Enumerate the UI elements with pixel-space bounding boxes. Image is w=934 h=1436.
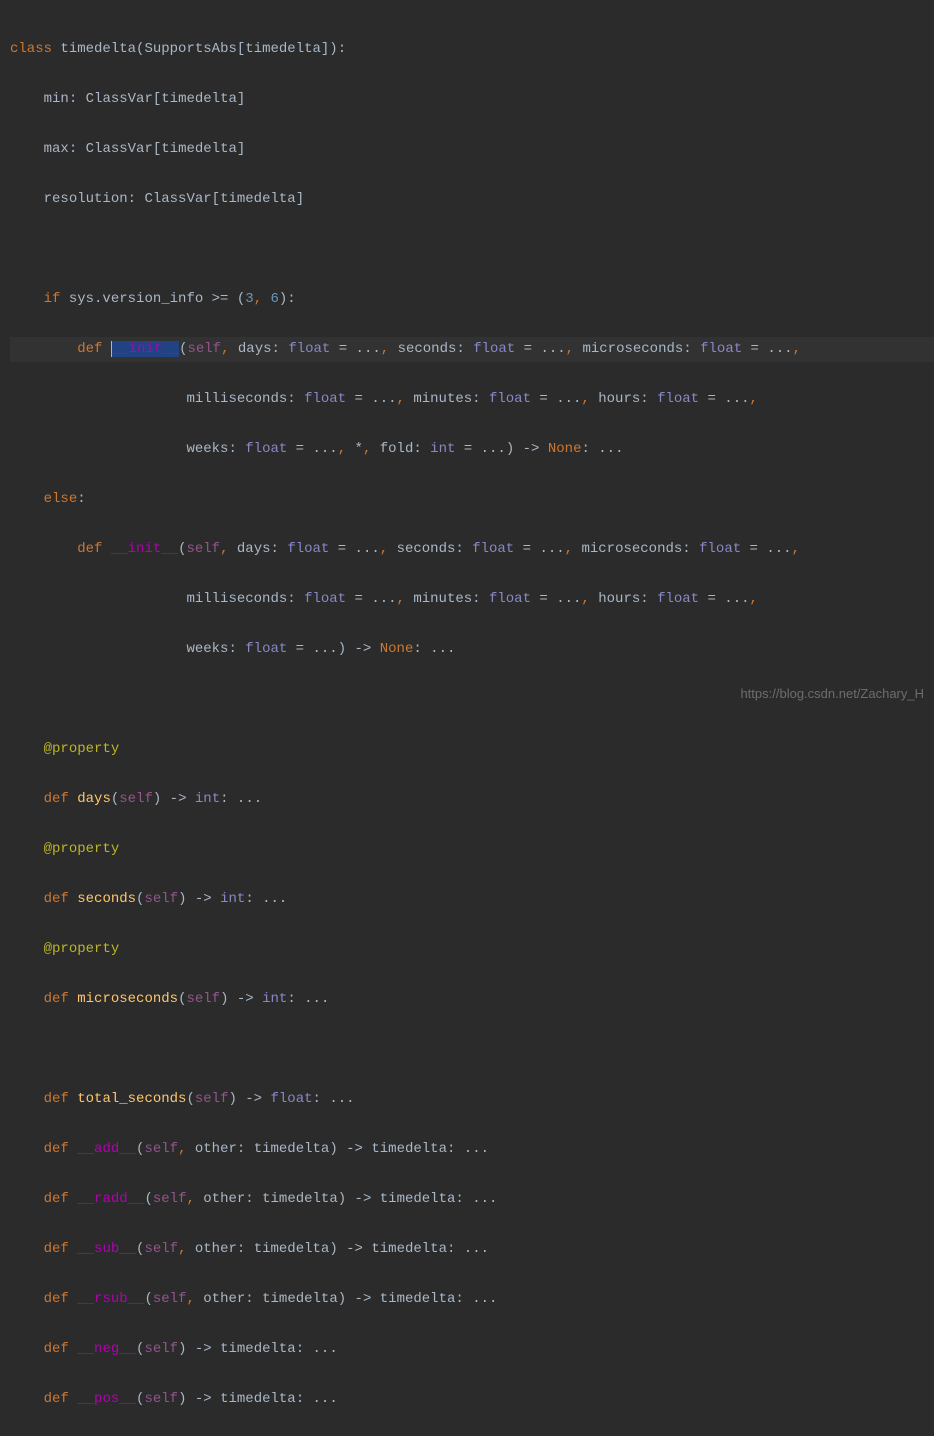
code-line: def __pos__(self) -> timedelta: ... xyxy=(10,1387,934,1412)
keyword-class: class xyxy=(10,41,52,57)
code-line: else: xyxy=(10,487,934,512)
code-line: @property xyxy=(10,837,934,862)
code-line: weeks: float = ..., *, fold: int = ...) … xyxy=(10,437,934,462)
code-line: def total_seconds(self) -> float: ... xyxy=(10,1087,934,1112)
code-line-highlighted: def __init__(self, days: float = ..., se… xyxy=(10,337,934,362)
code-line: def __sub__(self, other: timedelta) -> t… xyxy=(10,1237,934,1262)
code-line: @property xyxy=(10,937,934,962)
code-line xyxy=(10,1037,934,1062)
code-line: def __radd__(self, other: timedelta) -> … xyxy=(10,1187,934,1212)
code-line: weeks: float = ...) -> None: ... xyxy=(10,637,934,662)
code-line: class timedelta(SupportsAbs[timedelta]): xyxy=(10,37,934,62)
decorator: @property xyxy=(44,741,120,757)
code-editor[interactable]: class timedelta(SupportsAbs[timedelta]):… xyxy=(0,0,934,1436)
code-line: def __add__(self, other: timedelta) -> t… xyxy=(10,1137,934,1162)
code-line: min: ClassVar[timedelta] xyxy=(10,87,934,112)
code-line xyxy=(10,237,934,262)
code-line: def days(self) -> int: ... xyxy=(10,787,934,812)
code-line: @property xyxy=(10,737,934,762)
code-line: if sys.version_info >= (3, 6): xyxy=(10,287,934,312)
code-line: resolution: ClassVar[timedelta] xyxy=(10,187,934,212)
code-line: max: ClassVar[timedelta] xyxy=(10,137,934,162)
watermark-text: https://blog.csdn.net/Zachary_H xyxy=(740,681,924,706)
code-line: milliseconds: float = ..., minutes: floa… xyxy=(10,387,934,412)
code-line: milliseconds: float = ..., minutes: floa… xyxy=(10,587,934,612)
selected-text: __init__ xyxy=(112,341,179,357)
decorator: @property xyxy=(44,841,120,857)
class-name: timedelta xyxy=(60,41,136,57)
code-line: def seconds(self) -> int: ... xyxy=(10,887,934,912)
code-line: def __rsub__(self, other: timedelta) -> … xyxy=(10,1287,934,1312)
code-line: def __neg__(self) -> timedelta: ... xyxy=(10,1337,934,1362)
code-line: def microseconds(self) -> int: ... xyxy=(10,987,934,1012)
code-line: def __init__(self, days: float = ..., se… xyxy=(10,537,934,562)
decorator: @property xyxy=(44,941,120,957)
